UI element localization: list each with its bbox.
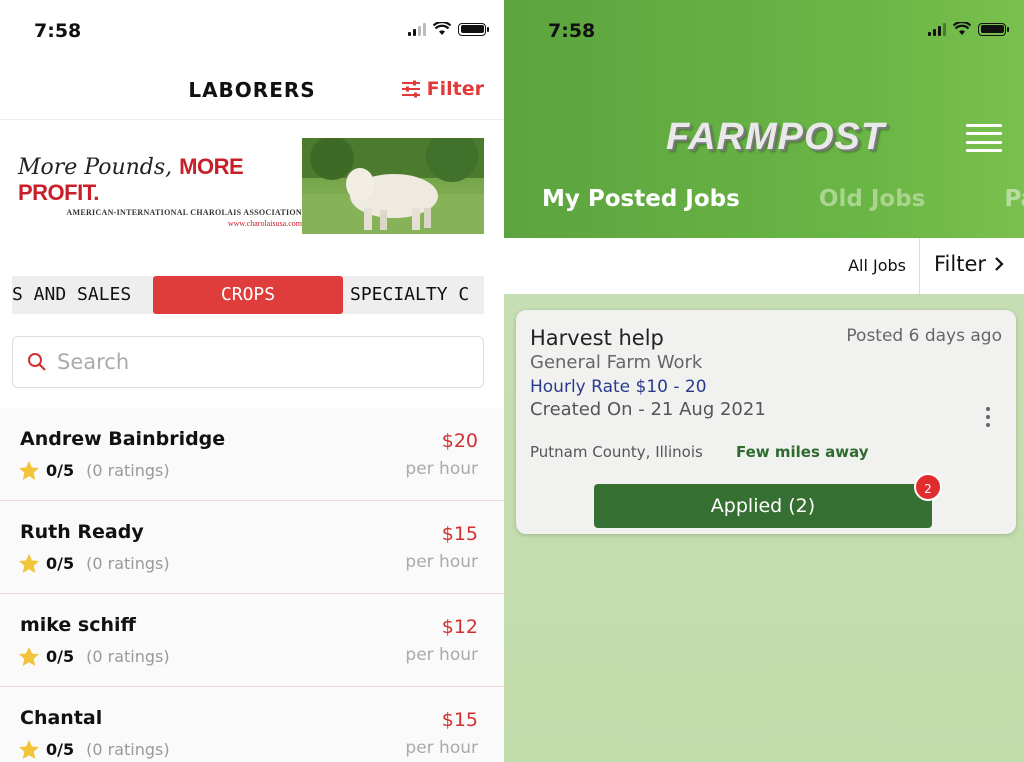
- price-unit: per hour: [405, 459, 478, 479]
- price-unit: per hour: [405, 645, 478, 665]
- star-icon: [19, 461, 39, 480]
- farmpost-logo: FARMPOST: [666, 116, 886, 158]
- rating-score: 0/5: [46, 461, 75, 480]
- filter-label: Filter: [933, 252, 986, 276]
- ad-headline: More Pounds, MORE PROFIT.: [18, 154, 302, 206]
- laborer-row[interactable]: Chantal 0/5 (0 ratings) $15 per hour: [0, 687, 504, 762]
- search-input[interactable]: Search: [12, 336, 484, 388]
- laborers-screen: 7:58 LABORERS Filter More Pounds, MORE P…: [0, 0, 504, 762]
- status-time: 7:58: [34, 20, 82, 42]
- job-location: Putnam County, Illinois: [530, 443, 703, 461]
- battery-icon: [458, 22, 489, 36]
- tab-past[interactable]: Pas: [1004, 186, 1024, 212]
- all-jobs-dropdown[interactable]: All Jobs: [848, 256, 906, 275]
- category-tabs[interactable]: S AND SALES CROPS SPECIALTY C: [12, 276, 484, 314]
- laborer-name: Andrew Bainbridge: [20, 428, 226, 450]
- price-unit: per hour: [405, 552, 478, 572]
- laborer-price: $12: [441, 616, 478, 638]
- rating-score: 0/5: [46, 554, 75, 573]
- jobs-toolbar: All Jobs Filter: [504, 238, 1024, 294]
- tab-old-jobs[interactable]: Old Jobs: [819, 186, 925, 212]
- laborer-row[interactable]: Andrew Bainbridge 0/5 (0 ratings) $20 pe…: [0, 408, 504, 501]
- farmpost-header: 7:58 FARMPOST My Posted Jobs Old Jobs Pa…: [504, 0, 1024, 238]
- laborer-list: Andrew Bainbridge 0/5 (0 ratings) $20 pe…: [0, 408, 504, 762]
- job-posted-time: Posted 6 days ago: [846, 326, 1002, 346]
- rating-count: (0 ratings): [86, 554, 170, 573]
- hamburger-menu-icon[interactable]: [966, 124, 1002, 152]
- laborer-name: Chantal: [20, 707, 103, 729]
- job-tabs: My Posted Jobs Old Jobs Pas: [542, 186, 1024, 212]
- farmpost-screen: 7:58 FARMPOST My Posted Jobs Old Jobs Pa…: [504, 0, 1024, 762]
- laborer-rating: 0/5 (0 ratings): [18, 553, 170, 574]
- cellular-signal-icon: [928, 22, 946, 36]
- cattle-photo: [302, 138, 484, 234]
- status-icons: [928, 22, 1009, 36]
- job-type: General Farm Work: [530, 352, 703, 373]
- category-tab-crops[interactable]: CROPS: [153, 276, 343, 314]
- ad-banner[interactable]: More Pounds, MORE PROFIT. AMERICAN-INTER…: [16, 138, 484, 234]
- star-icon: [19, 740, 39, 759]
- applied-button[interactable]: Applied (2): [594, 484, 932, 528]
- rating-score: 0/5: [46, 647, 75, 666]
- rating-score: 0/5: [46, 740, 75, 759]
- notification-badge: 2: [914, 473, 942, 501]
- star-icon: [19, 647, 39, 666]
- rating-count: (0 ratings): [86, 461, 170, 480]
- ad-copy: More Pounds, MORE PROFIT. AMERICAN-INTER…: [16, 138, 302, 234]
- job-title: Harvest help: [530, 326, 664, 350]
- laborer-rating: 0/5 (0 ratings): [18, 739, 170, 760]
- search-icon: [28, 353, 46, 371]
- filter-label: Filter: [426, 78, 484, 100]
- laborer-rating: 0/5 (0 ratings): [18, 646, 170, 667]
- ad-headline-script: More Pounds,: [18, 155, 173, 180]
- status-icons: [408, 22, 489, 36]
- ad-url: www.charolaisusa.com: [227, 219, 302, 228]
- laborer-price: $15: [441, 709, 478, 731]
- laborer-row[interactable]: mike schiff 0/5 (0 ratings) $12 per hour: [0, 594, 504, 687]
- toolbar-divider: [919, 238, 920, 294]
- battery-icon: [978, 22, 1009, 36]
- category-tab-specialty[interactable]: SPECIALTY C: [350, 276, 484, 314]
- more-options-icon[interactable]: [986, 407, 990, 427]
- sliders-icon: [401, 80, 420, 98]
- rating-count: (0 ratings): [86, 740, 170, 759]
- filter-button[interactable]: Filter: [401, 78, 484, 100]
- job-created-date: Created On - 21 Aug 2021: [530, 399, 766, 420]
- laborer-price: $15: [441, 523, 478, 545]
- job-card[interactable]: Harvest help Posted 6 days ago General F…: [516, 310, 1016, 534]
- laborers-header: LABORERS Filter: [0, 62, 504, 120]
- cellular-signal-icon: [408, 22, 426, 36]
- filter-button[interactable]: Filter: [934, 252, 1004, 276]
- price-unit: per hour: [405, 738, 478, 758]
- cattle-image: [302, 138, 484, 234]
- wifi-icon: [433, 22, 451, 35]
- job-distance: Few miles away: [736, 443, 869, 461]
- laborer-price: $20: [441, 430, 478, 452]
- laborer-name: Ruth Ready: [20, 521, 144, 543]
- category-tab-shows-and-sales[interactable]: S AND SALES: [12, 276, 152, 314]
- job-rate: Hourly Rate $10 - 20: [530, 377, 707, 397]
- search-placeholder: Search: [57, 350, 130, 374]
- laborer-row[interactable]: Ruth Ready 0/5 (0 ratings) $15 per hour: [0, 501, 504, 594]
- tab-my-posted-jobs[interactable]: My Posted Jobs: [542, 186, 740, 212]
- ad-org: AMERICAN-INTERNATIONAL CHAROLAIS ASSOCIA…: [66, 208, 302, 217]
- laborer-name: mike schiff: [20, 614, 136, 636]
- wifi-icon: [953, 22, 971, 35]
- rating-count: (0 ratings): [86, 647, 170, 666]
- star-icon: [19, 554, 39, 573]
- status-time: 7:58: [548, 20, 596, 42]
- status-bar: 7:58: [0, 0, 504, 62]
- chevron-right-icon: [995, 257, 1004, 271]
- laborer-rating: 0/5 (0 ratings): [18, 460, 170, 481]
